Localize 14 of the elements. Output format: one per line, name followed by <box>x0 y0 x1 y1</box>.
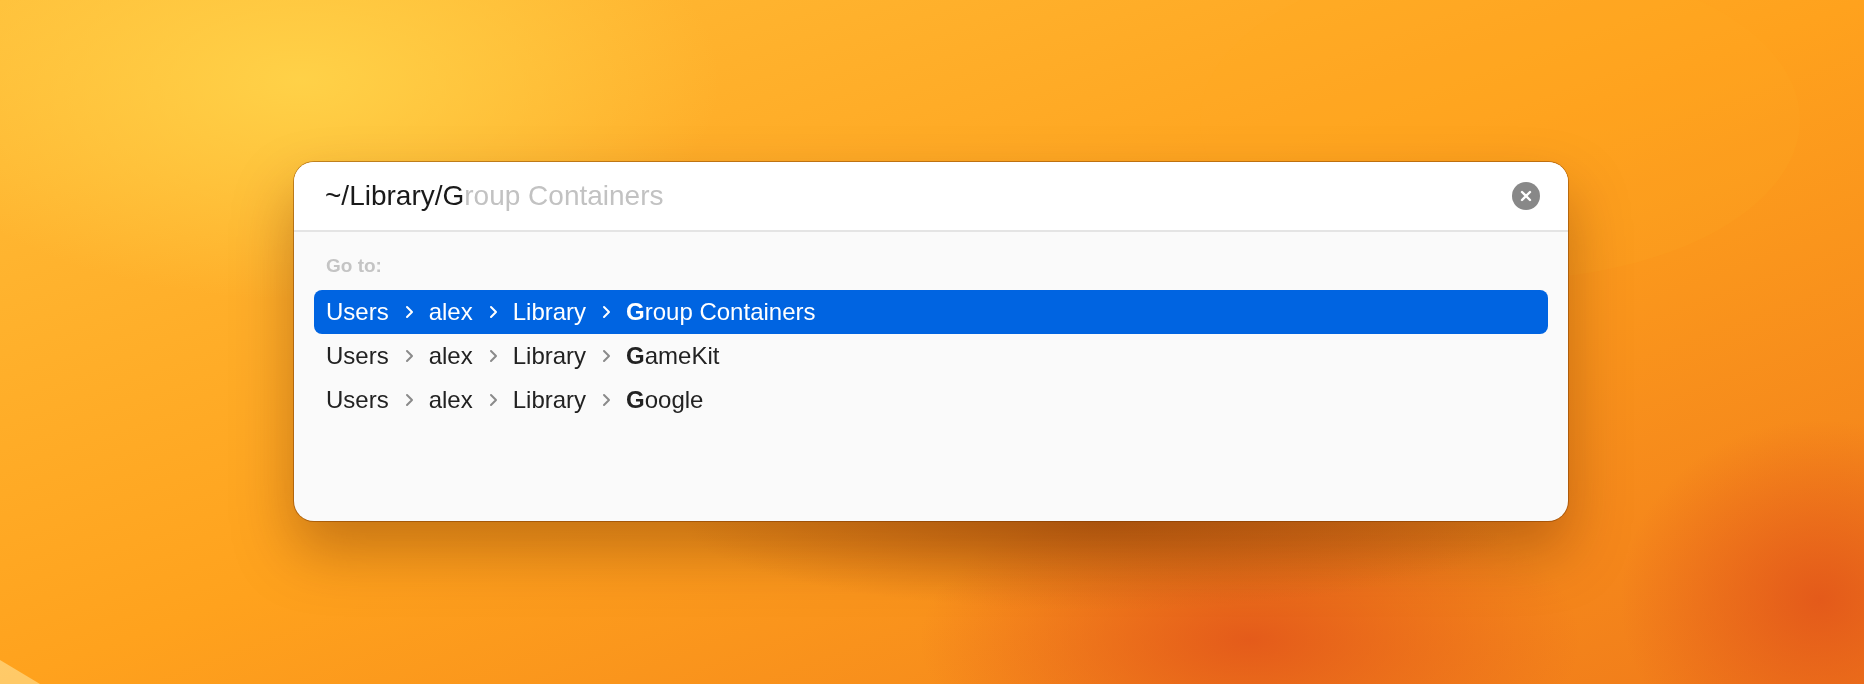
result-row[interactable]: Users alex Library Google <box>314 378 1548 422</box>
close-icon <box>1520 190 1532 202</box>
clear-button[interactable] <box>1512 182 1540 210</box>
chevron-icon <box>404 305 415 319</box>
chevron-icon <box>488 349 499 363</box>
chevron-icon <box>602 393 613 407</box>
result-row[interactable]: Users alex Library GameKit <box>314 334 1548 378</box>
chevron-icon <box>404 349 415 363</box>
chevron-icon <box>404 393 415 407</box>
result-row[interactable]: Users alex Library Group Containers <box>314 290 1548 334</box>
chevron-icon <box>488 305 499 319</box>
chevron-icon <box>602 349 613 363</box>
chevron-icon <box>602 305 613 319</box>
chevron-icon <box>488 393 499 407</box>
